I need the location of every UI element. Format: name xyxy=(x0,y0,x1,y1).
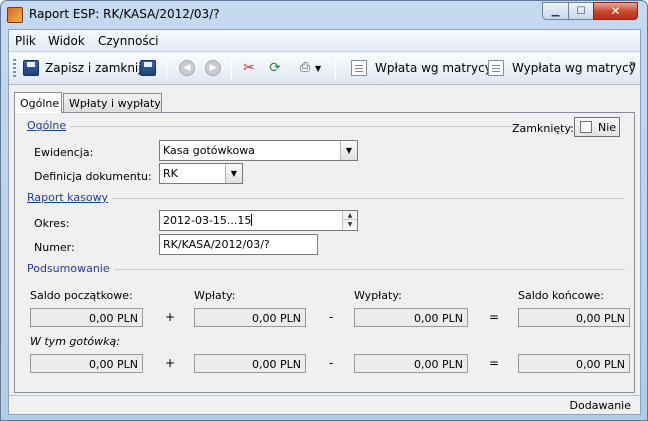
toolbar: Zapisz i zamknij ◀ ▶ ✂ ⟳ ⎙ ▼ Wpłata wg m… xyxy=(9,53,640,85)
application-window: Raport ESP: RK/KASA/2012/03/? ▁ ☐ ✕ Plik… xyxy=(0,0,648,421)
opening-balance-value: 0,00 PLN xyxy=(30,308,143,327)
refresh-button[interactable]: ⟳ xyxy=(267,60,283,76)
toolbar-separator xyxy=(335,59,336,79)
section-heading-cash-report: Raport kasowy xyxy=(27,191,113,204)
refresh-icon: ⟳ xyxy=(269,60,281,76)
section-heading-summary: Podsumowanie xyxy=(27,262,114,275)
close-button[interactable]: ✕ xyxy=(593,2,638,20)
spin-down-icon[interactable]: ▼ xyxy=(343,220,357,229)
window-content: Plik Widok Czynności Zapisz i zamknij ◀ … xyxy=(8,29,641,415)
status-bar: Dodawanie xyxy=(9,395,640,414)
toolbar-separator xyxy=(166,59,167,79)
maximize-icon: ☐ xyxy=(576,5,586,17)
forward-button[interactable]: ▶ xyxy=(205,60,221,76)
opening-balance-label: Saldo początkowe: xyxy=(30,289,133,302)
income-value: 0,00 PLN xyxy=(194,308,306,327)
text-caret xyxy=(251,214,253,226)
number-input[interactable]: RK/KASA/2012/03/? xyxy=(159,234,318,255)
payment-out-button[interactable]: Wypłata wg matrycy xyxy=(488,60,636,76)
equals-sign: = xyxy=(489,356,500,370)
tab-ogolne[interactable]: Ogólne xyxy=(14,92,62,113)
arrow-left-icon: ◀ xyxy=(179,60,195,76)
closed-checkbox[interactable]: Nie xyxy=(574,117,620,137)
chevron-down-icon: ▼ xyxy=(315,63,322,73)
save-button[interactable] xyxy=(140,60,156,76)
back-button[interactable]: ◀ xyxy=(179,60,195,76)
cash-only-label: W tym gotówką: xyxy=(30,335,120,348)
register-value: Kasa gotówkowa xyxy=(163,144,255,157)
definition-value: RK xyxy=(163,167,178,180)
tab-wplaty-i-wyplaty[interactable]: Wpłaty i wypłaty xyxy=(63,93,162,113)
plus-sign: + xyxy=(165,310,176,324)
register-label: Ewidencja: xyxy=(34,146,94,159)
printer-icon: ⎙ xyxy=(299,60,311,75)
section-rule xyxy=(109,198,625,199)
spin-up-icon[interactable]: ▲ xyxy=(343,211,357,220)
section-rule xyxy=(58,126,526,127)
chevron-down-icon[interactable]: ▼ xyxy=(340,141,357,160)
toolbar-overflow-button[interactable]: » xyxy=(629,57,636,70)
cash-expense-value: 0,00 PLN xyxy=(354,354,468,373)
chevron-down-icon[interactable]: ▼ xyxy=(225,164,242,183)
tools-button[interactable]: ✂ xyxy=(241,60,257,76)
toolbar-overflow-icon: » xyxy=(629,57,637,70)
cash-opening-value: 0,00 PLN xyxy=(30,354,143,373)
status-mode: Dodawanie xyxy=(569,399,631,412)
cash-closing-value: 0,00 PLN xyxy=(518,354,630,373)
menu-plik[interactable]: Plik xyxy=(15,34,36,48)
period-value: 2012-03-15...15 xyxy=(163,214,252,227)
print-button[interactable]: ⎙ ▼ xyxy=(297,60,321,76)
period-spinner[interactable]: ▲ ▼ xyxy=(342,211,357,230)
save-close-button[interactable]: Zapisz i zamknij xyxy=(23,60,142,76)
tools-icon: ✂ xyxy=(243,60,255,76)
plus-sign: + xyxy=(165,356,176,370)
close-icon: ✕ xyxy=(610,4,621,18)
closed-value: Nie xyxy=(598,120,617,134)
document-out-icon xyxy=(488,60,504,76)
number-label: Numer: xyxy=(34,241,75,254)
tab-panel: Ogólne Zamknięty: Nie Ewidencja: Kasa go… xyxy=(14,112,635,393)
save-close-label: Zapisz i zamknij xyxy=(45,61,142,75)
closing-balance-value: 0,00 PLN xyxy=(518,308,630,327)
title-bar[interactable]: Raport ESP: RK/KASA/2012/03/? ▁ ☐ ✕ xyxy=(1,1,647,28)
definition-label: Definicja dokumentu: xyxy=(34,170,152,183)
document-in-icon xyxy=(351,60,367,76)
window-title: Raport ESP: RK/KASA/2012/03/? xyxy=(29,7,220,21)
payment-in-label: Wpłata wg matrycy xyxy=(375,61,492,75)
expense-label: Wypłaty: xyxy=(354,289,402,302)
closing-balance-label: Saldo końcowe: xyxy=(518,289,604,302)
minus-sign: - xyxy=(329,356,334,370)
arrow-right-icon: ▶ xyxy=(205,60,221,76)
checkbox-box xyxy=(580,121,592,133)
payment-out-label: Wypłata wg matrycy xyxy=(512,61,636,75)
section-rule xyxy=(106,269,625,270)
number-value: RK/KASA/2012/03/? xyxy=(163,238,270,251)
income-label: Wpłaty: xyxy=(194,289,236,302)
maximize-button[interactable]: ☐ xyxy=(568,2,594,20)
toolbar-grip[interactable] xyxy=(13,59,16,79)
save-icon xyxy=(23,60,39,76)
definition-combo[interactable]: RK ▼ xyxy=(159,163,243,184)
cash-income-value: 0,00 PLN xyxy=(194,354,306,373)
period-input[interactable]: 2012-03-15...15 ▲ ▼ xyxy=(159,210,358,231)
menu-bar: Plik Widok Czynności xyxy=(9,30,640,52)
equals-sign: = xyxy=(489,310,500,324)
register-combo[interactable]: Kasa gotówkowa ▼ xyxy=(159,140,358,161)
closed-label: Zamknięty: xyxy=(512,122,574,135)
minus-sign: - xyxy=(329,310,334,324)
app-icon xyxy=(7,7,23,23)
save-as-icon xyxy=(140,60,156,76)
payment-in-button[interactable]: Wpłata wg matrycy xyxy=(351,60,492,76)
period-label: Okres: xyxy=(34,217,70,230)
expense-value: 0,00 PLN xyxy=(354,308,468,327)
toolbar-separator xyxy=(231,59,232,79)
minimize-button[interactable]: ▁ xyxy=(542,2,569,20)
minimize-icon: ▁ xyxy=(551,5,560,17)
menu-widok[interactable]: Widok xyxy=(48,34,85,48)
menu-czynnosci[interactable]: Czynności xyxy=(98,34,159,48)
section-heading-general: Ogólne xyxy=(27,119,71,132)
